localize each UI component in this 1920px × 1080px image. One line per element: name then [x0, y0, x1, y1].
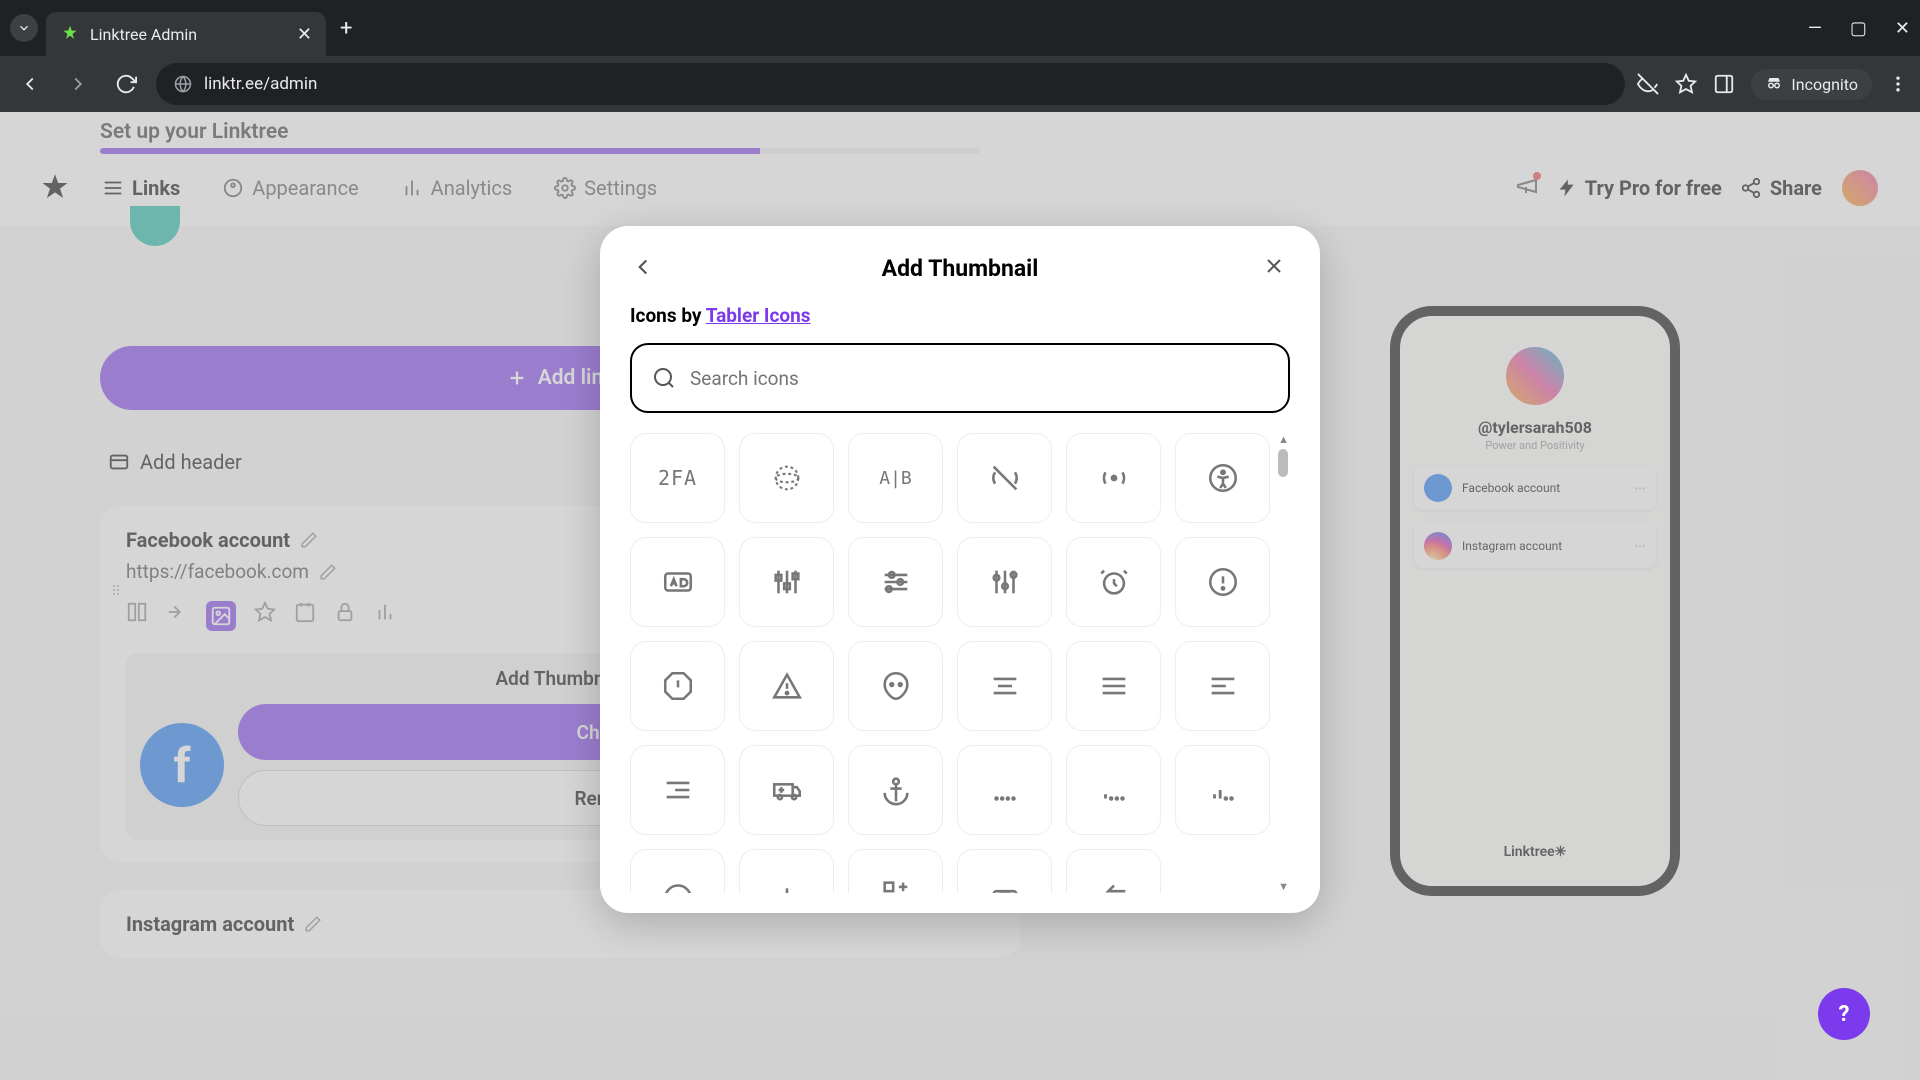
- anchor-icon-option[interactable]: [848, 745, 943, 835]
- close-window-button[interactable]: ✕: [1895, 18, 1910, 39]
- linktree-favicon-icon: [60, 24, 80, 44]
- archive-icon-option[interactable]: [957, 849, 1052, 893]
- alert-octagon-icon-option[interactable]: [630, 641, 725, 731]
- tab-title: Linktree Admin: [90, 25, 287, 44]
- incognito-badge[interactable]: Incognito: [1751, 69, 1872, 100]
- browser-tab[interactable]: Linktree Admin ✕: [46, 12, 326, 56]
- app-window-icon-option[interactable]: [739, 849, 834, 893]
- incognito-label: Incognito: [1791, 75, 1858, 94]
- align-left-icon-option[interactable]: [1175, 641, 1270, 731]
- site-info-icon[interactable]: [174, 75, 192, 93]
- minimize-button[interactable]: ―: [1808, 18, 1822, 39]
- ambulance-icon-option[interactable]: [739, 745, 834, 835]
- alert-circle-icon-option[interactable]: [1175, 537, 1270, 627]
- back-button[interactable]: [12, 66, 48, 102]
- align-justified-icon-option[interactable]: [1066, 641, 1161, 731]
- accessible-icon-option[interactable]: [1175, 433, 1270, 523]
- adjustments-alt-icon-option[interactable]: [739, 537, 834, 627]
- scroll-up-icon[interactable]: ▲: [1278, 433, 1289, 446]
- modal-close-button[interactable]: [1262, 254, 1290, 282]
- icon-search-field[interactable]: [630, 343, 1290, 413]
- tab-close-icon[interactable]: ✕: [297, 24, 312, 45]
- reload-button[interactable]: [108, 66, 144, 102]
- help-fab[interactable]: ?: [1818, 988, 1870, 1040]
- ad-icon-option[interactable]: [630, 537, 725, 627]
- icon-search-input[interactable]: [690, 367, 1268, 390]
- modal-back-button[interactable]: [630, 254, 658, 282]
- adjustments-icon-option[interactable]: [957, 537, 1052, 627]
- modal-title: Add Thumbnail: [658, 255, 1262, 282]
- access-point-off-icon-option[interactable]: [957, 433, 1052, 523]
- add-thumbnail-modal: Add Thumbnail Icons by Tabler Icons 2FA A…: [600, 226, 1320, 913]
- alert-triangle-icon-option[interactable]: [739, 641, 834, 731]
- antenna-bars-1-icon-option[interactable]: [957, 745, 1052, 835]
- eye-off-icon[interactable]: [1637, 73, 1659, 95]
- side-panel-icon[interactable]: [1713, 73, 1735, 95]
- url-text: linktr.ee/admin: [204, 74, 317, 94]
- address-bar[interactable]: linktr.ee/admin: [156, 63, 1625, 105]
- window-controls: ― ▢ ✕: [1808, 18, 1910, 39]
- access-point-icon-option[interactable]: [1066, 433, 1161, 523]
- aperture-icon-option[interactable]: [630, 849, 725, 893]
- scroll-down-icon[interactable]: ▼: [1278, 880, 1289, 893]
- 2fa-icon-option[interactable]: 2FA: [630, 433, 725, 523]
- a-b-icon-option[interactable]: A|B: [848, 433, 943, 523]
- tab-search-button[interactable]: [10, 14, 38, 42]
- browser-menu-icon[interactable]: [1888, 74, 1908, 94]
- adjustments-horizontal-icon-option[interactable]: [848, 537, 943, 627]
- browser-toolbar: linktr.ee/admin Incognito: [0, 56, 1920, 112]
- maximize-button[interactable]: ▢: [1850, 18, 1867, 39]
- forward-button[interactable]: [60, 66, 96, 102]
- antenna-bars-2-icon-option[interactable]: [1066, 745, 1161, 835]
- antenna-bars-3-icon-option[interactable]: [1175, 745, 1270, 835]
- alien-icon-option[interactable]: [848, 641, 943, 731]
- icons-attribution: Icons by Tabler Icons: [630, 304, 1290, 327]
- browser-tab-strip: Linktree Admin ✕ + ― ▢ ✕: [0, 0, 1920, 56]
- tabler-icons-link[interactable]: Tabler Icons: [706, 304, 811, 327]
- apps-plus-icon-option[interactable]: [848, 849, 943, 893]
- icon-grid-scrollbar[interactable]: ▲ ▼: [1276, 433, 1290, 893]
- search-icon: [652, 366, 676, 390]
- new-tab-button[interactable]: +: [340, 16, 352, 41]
- incognito-icon: [1765, 75, 1783, 93]
- scrollbar-thumb[interactable]: [1278, 449, 1288, 477]
- align-right-icon-option[interactable]: [630, 745, 725, 835]
- icon-grid: 2FA A|B: [630, 433, 1290, 893]
- alarm-icon-option[interactable]: [1066, 537, 1161, 627]
- bookmark-star-icon[interactable]: [1675, 73, 1697, 95]
- arrow-back-icon-option[interactable]: [1066, 849, 1161, 893]
- 3d-cube-icon-option[interactable]: [739, 433, 834, 523]
- align-center-icon-option[interactable]: [957, 641, 1052, 731]
